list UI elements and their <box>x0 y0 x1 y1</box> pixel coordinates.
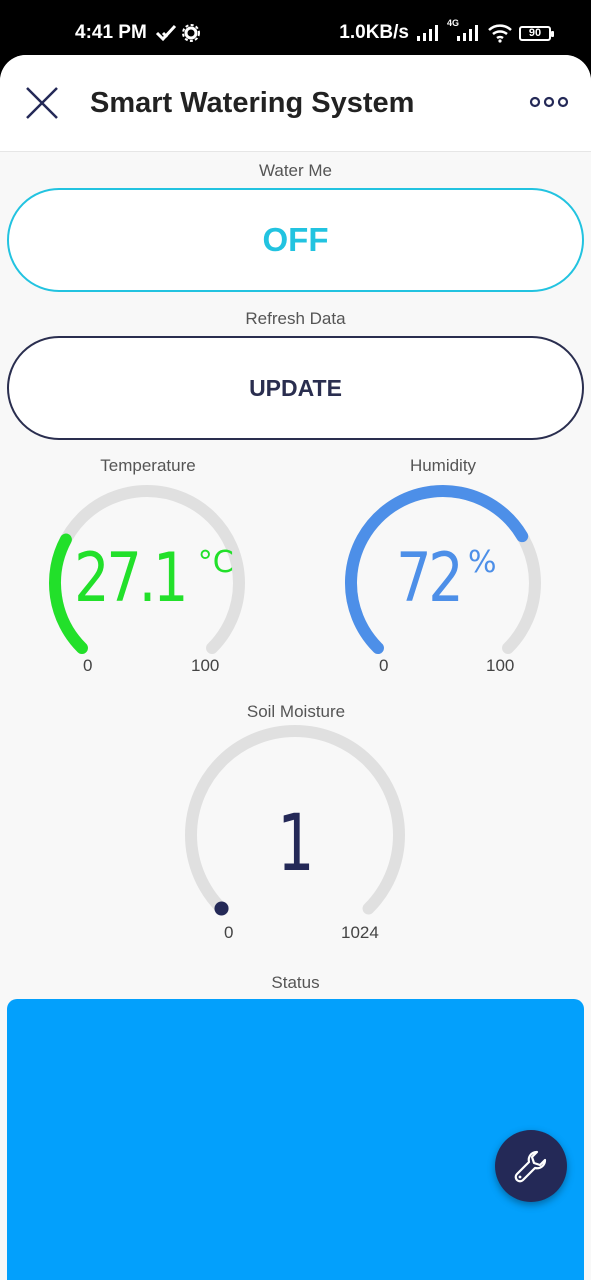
signal-icon <box>417 25 438 41</box>
humidity-min: 0 <box>379 656 389 675</box>
soil-moisture-min: 0 <box>224 923 234 942</box>
water-me-label: Water Me <box>258 161 333 180</box>
temperature-label: Temperature <box>100 456 196 475</box>
water-me-button[interactable]: OFF <box>7 188 584 292</box>
soil-moisture-max: 1024 <box>341 923 379 942</box>
header: Smart Watering System <box>0 55 591 152</box>
humidity-unit: % <box>468 545 497 580</box>
humidity-label: Humidity <box>409 456 477 475</box>
update-button[interactable]: UPDATE <box>7 336 584 440</box>
notification-icons <box>155 24 200 42</box>
close-icon[interactable] <box>22 83 62 123</box>
humidity-value: 72 <box>396 539 465 618</box>
page-title: Smart Watering System <box>90 87 415 119</box>
status-label: Status <box>271 973 320 992</box>
settings-fab-button[interactable] <box>495 1130 567 1202</box>
soil-moisture-label: Soil Moisture <box>246 702 346 721</box>
wifi-icon <box>488 24 512 43</box>
humidity-max: 100 <box>486 656 515 675</box>
status-left-icons <box>155 24 203 47</box>
temperature-unit: °C <box>197 545 234 580</box>
app-sheet: Smart Watering System Water Me OFF Refre… <box>0 55 591 1280</box>
status-bar: 4:41 PM 1.0KB/s 4G 90 <box>0 0 591 62</box>
status-time: 4:41 PM <box>75 22 147 43</box>
temperature-value: 27.1 <box>74 539 188 618</box>
network-type: 4G <box>447 18 460 28</box>
refresh-data-label: Refresh Data <box>245 309 346 328</box>
status-panel <box>7 999 584 1280</box>
battery-icon: 90 <box>519 25 554 41</box>
wrench-icon <box>514 1150 547 1183</box>
temperature-min: 0 <box>83 656 93 675</box>
soil-moisture-value: 1 <box>277 799 315 889</box>
temperature-max: 100 <box>191 656 220 675</box>
more-horizontal-icon[interactable] <box>529 90 569 114</box>
network-speed: 1.0KB/s <box>339 22 409 43</box>
